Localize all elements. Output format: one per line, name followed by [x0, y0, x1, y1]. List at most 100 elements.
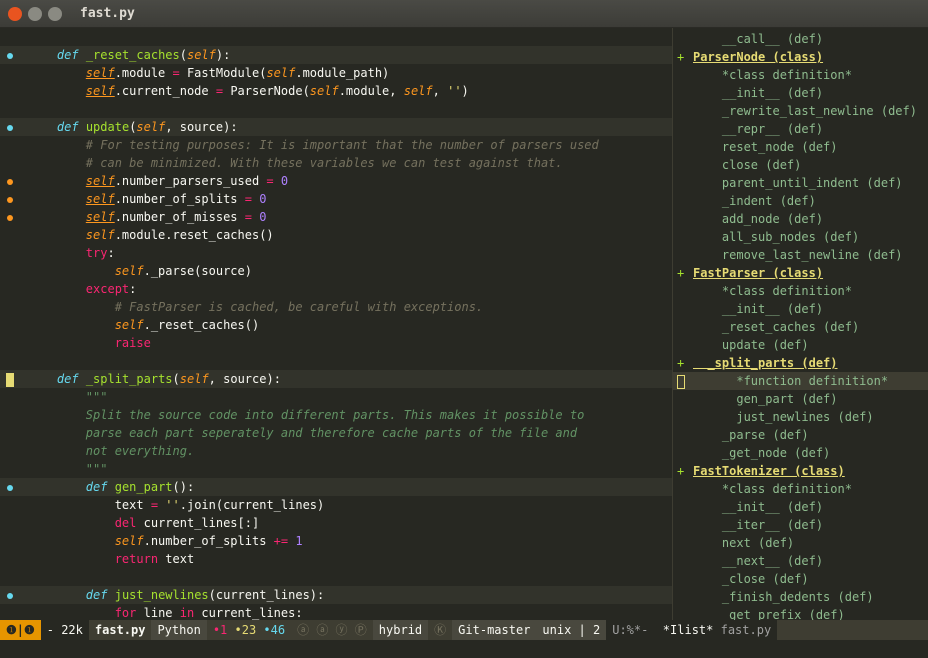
outline-item[interactable]: update (def): [673, 336, 928, 354]
outline-item[interactable]: _rewrite_last_newline (def): [673, 102, 928, 120]
outline-gutter: [677, 444, 693, 462]
code-content: except:: [20, 280, 672, 298]
outline-item[interactable]: __iter__ (def): [673, 516, 928, 534]
outline-item[interactable]: +FastParser (class): [673, 264, 928, 282]
gutter: [0, 46, 20, 64]
code-line[interactable]: def _reset_caches(self):: [0, 46, 672, 64]
code-line[interactable]: self.number_of_splits += 1: [0, 532, 672, 550]
minibuffer[interactable]: [0, 640, 928, 658]
code-line[interactable]: raise: [0, 334, 672, 352]
code-line[interactable]: # For testing purposes: It is important …: [0, 136, 672, 154]
outline-item[interactable]: _finish_dedents (def): [673, 588, 928, 606]
ml-mode[interactable]: Python: [151, 620, 206, 640]
outline-item[interactable]: add_node (def): [673, 210, 928, 228]
code-line[interactable]: def update(self, source):: [0, 118, 672, 136]
code-line[interactable]: for line in current_lines:: [0, 604, 672, 620]
gutter: [0, 496, 20, 514]
close-icon[interactable]: [8, 7, 22, 21]
code-content: # For testing purposes: It is important …: [20, 136, 672, 154]
code-line[interactable]: def _split_parts(self, source):: [0, 370, 672, 388]
code-line[interactable]: self.number_parsers_used = 0: [0, 172, 672, 190]
outline-item[interactable]: just_newlines (def): [673, 408, 928, 426]
outline-item[interactable]: gen_part (def): [673, 390, 928, 408]
code-content: self.current_node = ParserNode(self.modu…: [20, 82, 672, 100]
code-line[interactable]: self.module = FastModule(self.module_pat…: [0, 64, 672, 82]
outline-item[interactable]: +FastTokenizer (class): [673, 462, 928, 480]
gutter: [0, 586, 20, 604]
code-line[interactable]: """: [0, 460, 672, 478]
code-line[interactable]: self.current_node = ParserNode(self.modu…: [0, 82, 672, 100]
outline-item[interactable]: *class definition*: [673, 282, 928, 300]
code-line[interactable]: [0, 28, 672, 46]
code-line[interactable]: text = ''.join(current_lines): [0, 496, 672, 514]
code-line[interactable]: self.number_of_splits = 0: [0, 190, 672, 208]
code-content: self.module = FastModule(self.module_pat…: [20, 64, 672, 82]
ml-k: Ⓚ: [428, 620, 452, 640]
gutter: [0, 64, 20, 82]
gutter: [0, 442, 20, 460]
outline-item[interactable]: _get_prefix (def): [673, 606, 928, 620]
outline-label: __call__ (def): [693, 30, 928, 48]
code-content: self._reset_caches(): [20, 316, 672, 334]
outline-panel[interactable]: __call__ (def)+ParserNode (class) *class…: [672, 28, 928, 620]
outline-label: _reset_caches (def): [693, 318, 928, 336]
code-line[interactable]: del current_lines[:]: [0, 514, 672, 532]
code-content: def _reset_caches(self):: [20, 46, 672, 64]
outline-item[interactable]: next (def): [673, 534, 928, 552]
code-line[interactable]: Split the source code into different par…: [0, 406, 672, 424]
outline-item[interactable]: _parse (def): [673, 426, 928, 444]
code-line[interactable]: [0, 568, 672, 586]
outline-item[interactable]: _indent (def): [673, 192, 928, 210]
outline-item[interactable]: all_sub_nodes (def): [673, 228, 928, 246]
outline-item[interactable]: _reset_caches (def): [673, 318, 928, 336]
code-content: [20, 28, 672, 46]
outline-item[interactable]: _get_node (def): [673, 444, 928, 462]
ml-git[interactable]: Git-master: [452, 620, 536, 640]
outline-item[interactable]: *class definition*: [673, 480, 928, 498]
code-content: """: [20, 460, 672, 478]
code-line[interactable]: return text: [0, 550, 672, 568]
maximize-icon[interactable]: [48, 7, 62, 21]
ml-hybrid: hybrid: [373, 620, 428, 640]
outline-item[interactable]: __call__ (def): [673, 30, 928, 48]
outline-gutter: [677, 84, 693, 102]
code-line[interactable]: [0, 100, 672, 118]
code-line[interactable]: def gen_part():: [0, 478, 672, 496]
code-line[interactable]: # FastParser is cached, be careful with …: [0, 298, 672, 316]
code-line[interactable]: parse each part seperately and therefore…: [0, 424, 672, 442]
gutter: [0, 172, 20, 190]
outline-item[interactable]: __next__ (def): [673, 552, 928, 570]
outline-item[interactable]: remove_last_newline (def): [673, 246, 928, 264]
outline-item[interactable]: parent_until_indent (def): [673, 174, 928, 192]
code-line[interactable]: not everything.: [0, 442, 672, 460]
code-editor[interactable]: def _reset_caches(self): self.module = F…: [0, 28, 672, 620]
code-content: [20, 568, 672, 586]
outline-item[interactable]: __repr__ (def): [673, 120, 928, 138]
outline-item[interactable]: __init__ (def): [673, 300, 928, 318]
outline-item[interactable]: _close (def): [673, 570, 928, 588]
code-line[interactable]: self.number_of_misses = 0: [0, 208, 672, 226]
outline-gutter: +: [677, 264, 693, 282]
minimize-icon[interactable]: [28, 7, 42, 21]
code-line[interactable]: """: [0, 388, 672, 406]
code-line[interactable]: [0, 352, 672, 370]
code-line[interactable]: try:: [0, 244, 672, 262]
outline-item[interactable]: __init__ (def): [673, 84, 928, 102]
gutter: [0, 406, 20, 424]
outline-gutter: [677, 102, 693, 120]
outline-item[interactable]: *class definition*: [673, 66, 928, 84]
outline-item[interactable]: *function definition*: [673, 372, 928, 390]
code-line[interactable]: self.module.reset_caches(): [0, 226, 672, 244]
outline-label: update (def): [693, 336, 928, 354]
outline-item[interactable]: reset_node (def): [673, 138, 928, 156]
code-line[interactable]: # can be minimized. With these variables…: [0, 154, 672, 172]
outline-item[interactable]: __init__ (def): [673, 498, 928, 516]
outline-item[interactable]: close (def): [673, 156, 928, 174]
gutter: [0, 604, 20, 620]
outline-item[interactable]: +ParserNode (class): [673, 48, 928, 66]
code-line[interactable]: def just_newlines(current_lines):: [0, 586, 672, 604]
code-line[interactable]: except:: [0, 280, 672, 298]
code-line[interactable]: self._parse(source): [0, 262, 672, 280]
code-line[interactable]: self._reset_caches(): [0, 316, 672, 334]
outline-item[interactable]: + _split_parts (def): [673, 354, 928, 372]
